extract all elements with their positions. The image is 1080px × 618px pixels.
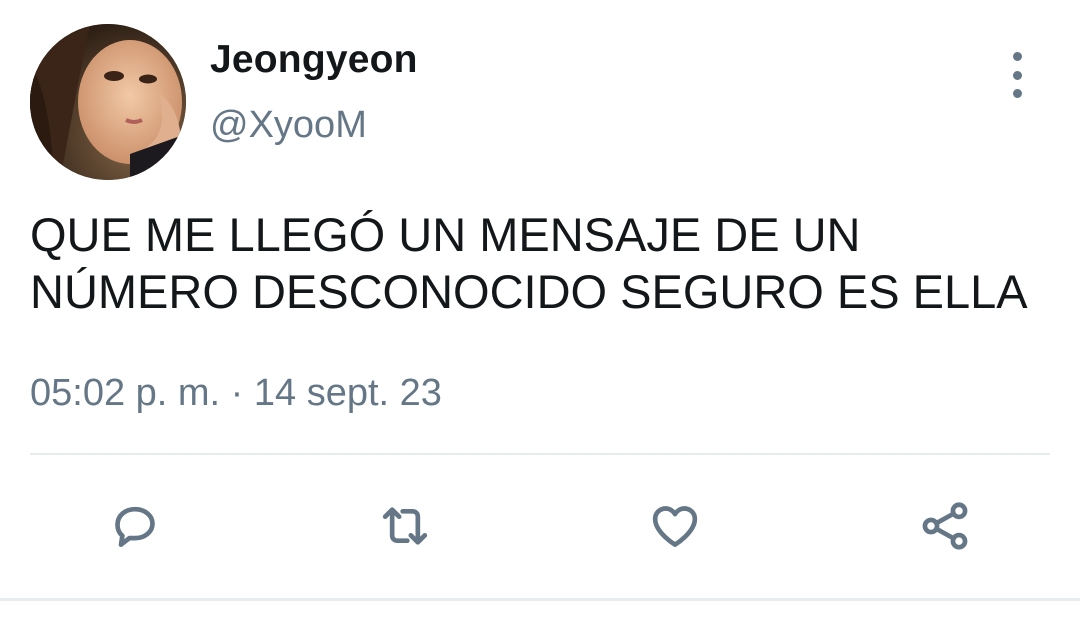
more-dot <box>1012 89 1022 98</box>
display-name[interactable]: Jeongyeon <box>210 38 418 82</box>
reply-button[interactable] <box>104 495 166 557</box>
tweet-card: Jeongyeon @XyooM QUE ME LLEGÓ UN MENSAJE… <box>0 0 1080 618</box>
bottom-divider <box>0 598 1080 601</box>
retweet-icon <box>382 507 428 545</box>
action-bar <box>0 495 1080 557</box>
more-options-button[interactable] <box>998 52 1036 98</box>
reply-bubble-icon <box>115 506 155 547</box>
like-button[interactable] <box>644 495 706 557</box>
more-vertical-icon <box>1012 52 1022 61</box>
share-icon <box>922 502 968 550</box>
more-dot <box>1012 70 1022 80</box>
heart-icon <box>652 506 698 547</box>
divider <box>30 453 1050 455</box>
share-button[interactable] <box>914 495 976 557</box>
avatar-image <box>30 24 186 180</box>
tweet-timestamp[interactable]: 05:02 p. m. · 14 sept. 23 <box>30 372 442 415</box>
retweet-button[interactable] <box>374 495 436 557</box>
user-handle[interactable]: @XyooM <box>210 104 367 147</box>
avatar[interactable] <box>30 24 186 180</box>
tweet-text: QUE ME LLEGÓ UN MENSAJE DE UN NÚMERO DES… <box>30 208 1028 318</box>
